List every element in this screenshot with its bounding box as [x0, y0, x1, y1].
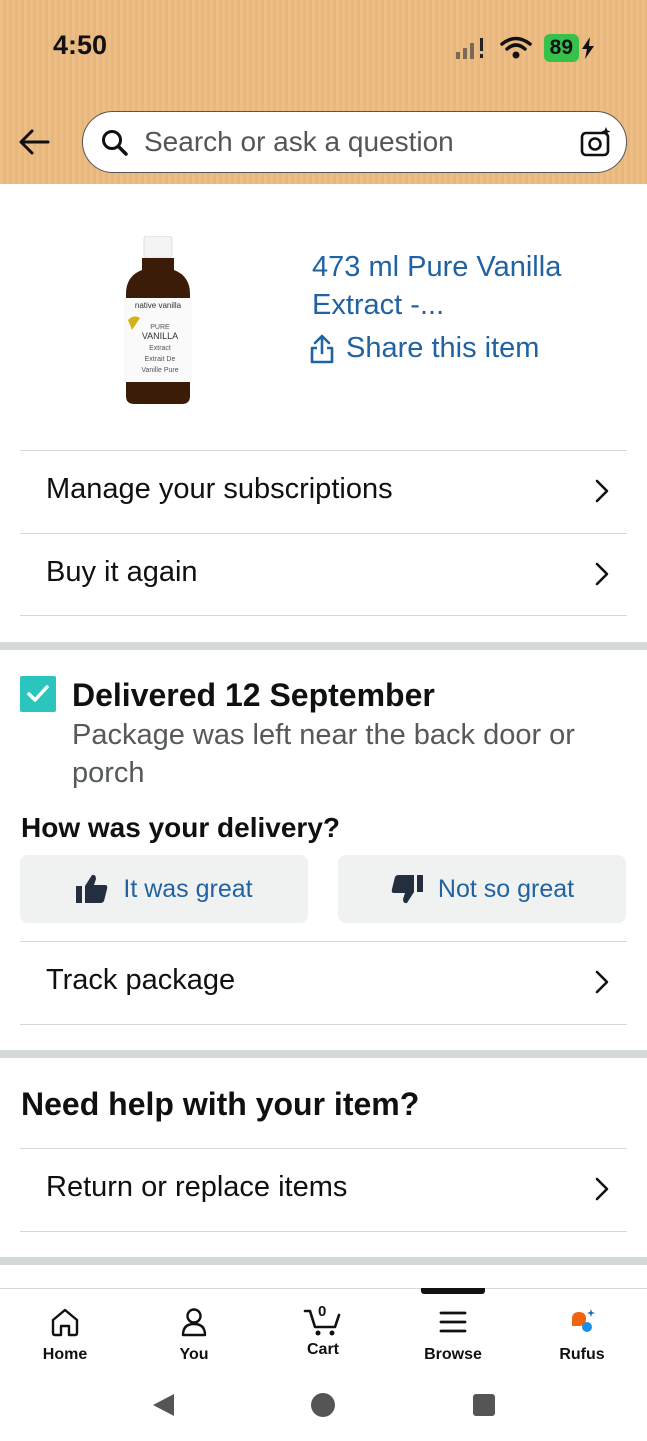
delivery-status-detail: Package was left near the back door or p…: [72, 719, 575, 789]
share-label: Share this item: [346, 332, 540, 364]
section-divider: [0, 642, 647, 650]
search-icon: [102, 130, 128, 156]
active-tab-indicator: [421, 1288, 485, 1294]
menu-icon: [439, 1311, 467, 1333]
nav-rufus-label: Rufus: [559, 1346, 605, 1363]
chevron-right-icon: [595, 562, 609, 586]
nav-home[interactable]: Home: [15, 1307, 115, 1364]
person-icon: [181, 1308, 207, 1337]
chevron-right-icon: [595, 970, 609, 994]
row-divider: [20, 1024, 627, 1025]
camera-search-icon[interactable]: [580, 126, 612, 158]
section-divider: [0, 1050, 647, 1058]
app-header: 4:50 89 Search or ask a question: [0, 0, 647, 184]
manage-subscriptions-row[interactable]: Manage your subscriptions: [20, 450, 627, 533]
chevron-right-icon: [595, 1177, 609, 1201]
system-nav-bar: [0, 1380, 647, 1430]
nav-home-label: Home: [42, 1346, 88, 1363]
delivery-feedback-question: How was your delivery?: [21, 812, 340, 843]
nav-cart-label: Cart: [306, 1341, 339, 1358]
row-divider: [20, 615, 627, 616]
battery-level: 89: [543, 34, 579, 62]
back-button[interactable]: [14, 122, 54, 162]
nav-you[interactable]: You: [144, 1307, 244, 1364]
thumbs-down-icon: [391, 875, 423, 904]
share-item-link[interactable]: Share this item: [310, 332, 539, 365]
delivered-check-icon: [20, 676, 56, 712]
buy-again-row[interactable]: Buy it again: [20, 533, 627, 616]
track-package-label: Track package: [46, 964, 236, 996]
chevron-right-icon: [595, 479, 609, 503]
return-replace-label: Return or replace items: [46, 1171, 348, 1203]
manage-subscriptions-label: Manage your subscriptions: [46, 473, 393, 505]
section-divider: [0, 1257, 647, 1265]
delivery-status-title: Delivered 12 September: [72, 677, 435, 713]
cart-count: 0: [318, 1303, 327, 1320]
svg-text:PURE: PURE: [150, 324, 170, 331]
nav-browse-label: Browse: [424, 1346, 482, 1363]
svg-text:Extrait De: Extrait De: [145, 356, 176, 363]
svg-text:native vanilla: native vanilla: [135, 301, 182, 310]
svg-text:VANILLA: VANILLA: [142, 331, 178, 341]
product-summary: native vanilla PURE VANILLA Extract Extr…: [0, 184, 647, 450]
help-section-title: Need help with your item?: [21, 1086, 420, 1122]
signal-icon: [455, 38, 483, 59]
status-icons: 89: [454, 33, 595, 63]
back-arrow-icon: [19, 129, 50, 155]
system-back-icon[interactable]: [150, 1392, 176, 1418]
it-was-great-button[interactable]: It was great: [20, 855, 308, 923]
search-bar[interactable]: Search or ask a question: [82, 111, 627, 173]
nav-rufus[interactable]: Rufus: [532, 1307, 632, 1364]
status-time: 4:50: [53, 30, 108, 60]
it-was-great-label: It was great: [123, 874, 253, 903]
nav-browse[interactable]: Browse: [403, 1307, 503, 1364]
search-placeholder[interactable]: Search or ask a question: [144, 126, 454, 158]
charging-icon: [582, 37, 594, 59]
system-recents-icon[interactable]: [472, 1393, 496, 1417]
track-package-row[interactable]: Track package: [20, 941, 627, 1024]
row-divider: [20, 1231, 627, 1232]
wifi-icon: [499, 36, 532, 59]
product-title-link[interactable]: 473 ml Pure Vanilla Extract -...: [312, 248, 612, 324]
share-icon: [310, 334, 334, 363]
svg-text:Extract: Extract: [149, 345, 171, 352]
system-home-icon[interactable]: [310, 1392, 336, 1418]
nav-cart[interactable]: 0 Cart: [273, 1303, 373, 1359]
return-replace-row[interactable]: Return or replace items: [20, 1148, 627, 1231]
product-image[interactable]: native vanilla PURE VANILLA Extract Extr…: [120, 236, 196, 406]
nav-you-label: You: [179, 1346, 209, 1363]
svg-text:Vanille Pure: Vanille Pure: [141, 367, 178, 374]
home-icon: [51, 1308, 79, 1337]
buy-again-label: Buy it again: [46, 556, 198, 588]
thumbs-up-icon: [76, 874, 108, 903]
not-so-great-button[interactable]: Not so great: [338, 855, 626, 923]
not-so-great-label: Not so great: [437, 874, 575, 903]
rufus-icon: [572, 1309, 595, 1332]
